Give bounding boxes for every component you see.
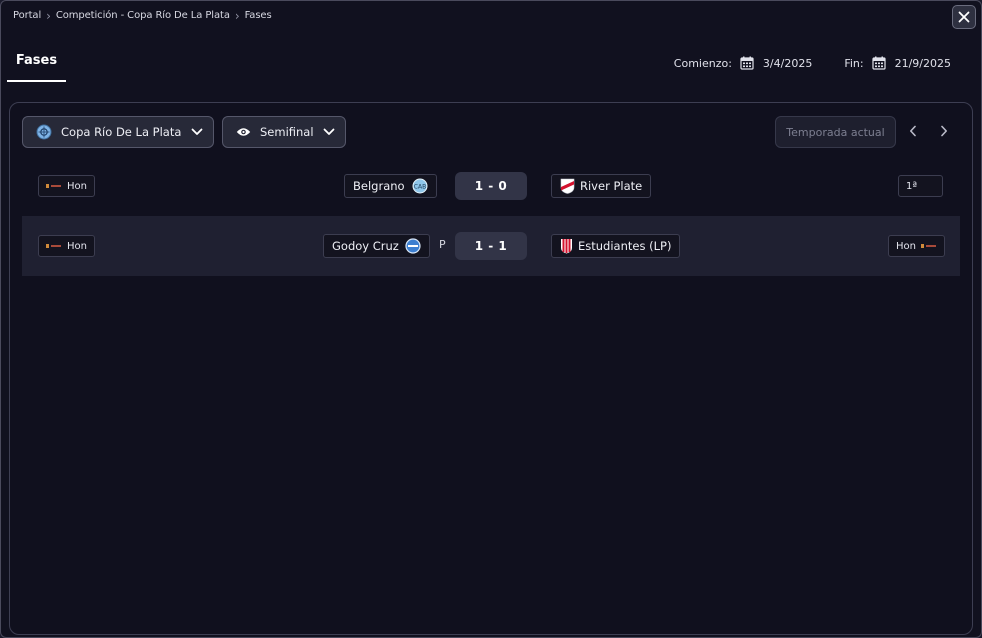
svg-text:CAB: CAB	[413, 184, 425, 191]
match-score[interactable]: 1 - 0	[455, 172, 527, 200]
season-input[interactable]: Temporada actual	[775, 116, 896, 148]
right-tag: 1ª	[898, 175, 943, 197]
competition-logo-icon	[36, 124, 52, 140]
phase-select-value: Semifinal	[260, 125, 314, 139]
end-date-label: Fin:	[844, 56, 864, 70]
phases-window: Portal › Competición - Copa Río De La Pl…	[0, 0, 982, 638]
flag-icon	[46, 243, 62, 249]
eye-icon	[236, 127, 251, 137]
right-tag-label: 1ª	[906, 180, 918, 192]
away-team[interactable]: Estudiantes (LP)	[551, 234, 681, 258]
breadcrumb-competition[interactable]: Competición - Copa Río De La Plata	[56, 10, 230, 21]
river-plate-crest-icon	[560, 178, 575, 194]
home-team-name: Godoy Cruz	[332, 239, 399, 253]
chevron-right-icon	[941, 125, 947, 137]
godoy-cruz-crest-icon	[405, 238, 421, 254]
date-range: Comienzo: 3/4/2025 Fin: 21/9/2025	[674, 56, 951, 70]
previous-season-button[interactable]	[905, 123, 921, 139]
competition-select[interactable]: Copa Río De La Plata	[22, 116, 214, 148]
breadcrumb-portal[interactable]: Portal	[13, 10, 41, 21]
away-team-name: River Plate	[580, 179, 643, 193]
chevron-down-icon	[191, 128, 203, 136]
away-team[interactable]: River Plate	[551, 174, 652, 198]
chevron-left-icon	[910, 125, 916, 137]
match-row[interactable]: Hon Godoy Cruz P 1 - 1 Estudiantes (LP) …	[22, 216, 960, 276]
breadcrumb-phases: Fases	[244, 10, 272, 21]
left-tag: Hon	[38, 175, 95, 197]
competition-select-value: Copa Río De La Plata	[61, 125, 182, 139]
left-tag-label: Hon	[67, 240, 87, 252]
flag-icon	[920, 243, 937, 249]
phase-select[interactable]: Semifinal	[222, 116, 346, 148]
away-team-name: Estudiantes (LP)	[578, 239, 672, 253]
start-date-value: 3/4/2025	[762, 56, 813, 70]
right-tag: Hon	[888, 235, 945, 257]
belgrano-crest-icon: CAB	[412, 178, 428, 194]
close-button[interactable]	[952, 5, 976, 29]
penalties-indicator: P	[439, 238, 446, 251]
tab-phases[interactable]: Fases	[7, 53, 66, 82]
chevron-right-icon: ›	[46, 8, 51, 23]
match-score[interactable]: 1 - 1	[455, 232, 527, 260]
end-date-value: 21/9/2025	[894, 56, 951, 70]
home-team[interactable]: Belgrano CAB	[344, 174, 437, 198]
start-date-label: Comienzo:	[673, 56, 732, 70]
home-team-name: Belgrano	[353, 179, 405, 193]
phases-panel: Copa Río De La Plata Semifinal Temporada…	[9, 102, 973, 635]
left-tag-label: Hon	[67, 180, 87, 192]
next-season-button[interactable]	[936, 123, 952, 139]
chevron-right-icon: ›	[234, 8, 240, 23]
close-icon	[958, 11, 970, 23]
right-tag-label: Hon	[896, 240, 916, 252]
breadcrumb: Portal › Competición - Copa Río De La Pl…	[13, 8, 272, 23]
calendar-icon	[871, 56, 886, 70]
estudiantes-crest-icon	[560, 238, 573, 254]
calendar-icon	[740, 56, 754, 70]
home-team[interactable]: Godoy Cruz	[323, 234, 430, 258]
left-tag: Hon	[38, 235, 95, 257]
chevron-down-icon	[323, 128, 335, 136]
match-row[interactable]: Hon Belgrano CAB 1 - 0 River Plate 1ª	[22, 156, 960, 216]
flag-icon	[46, 183, 62, 189]
